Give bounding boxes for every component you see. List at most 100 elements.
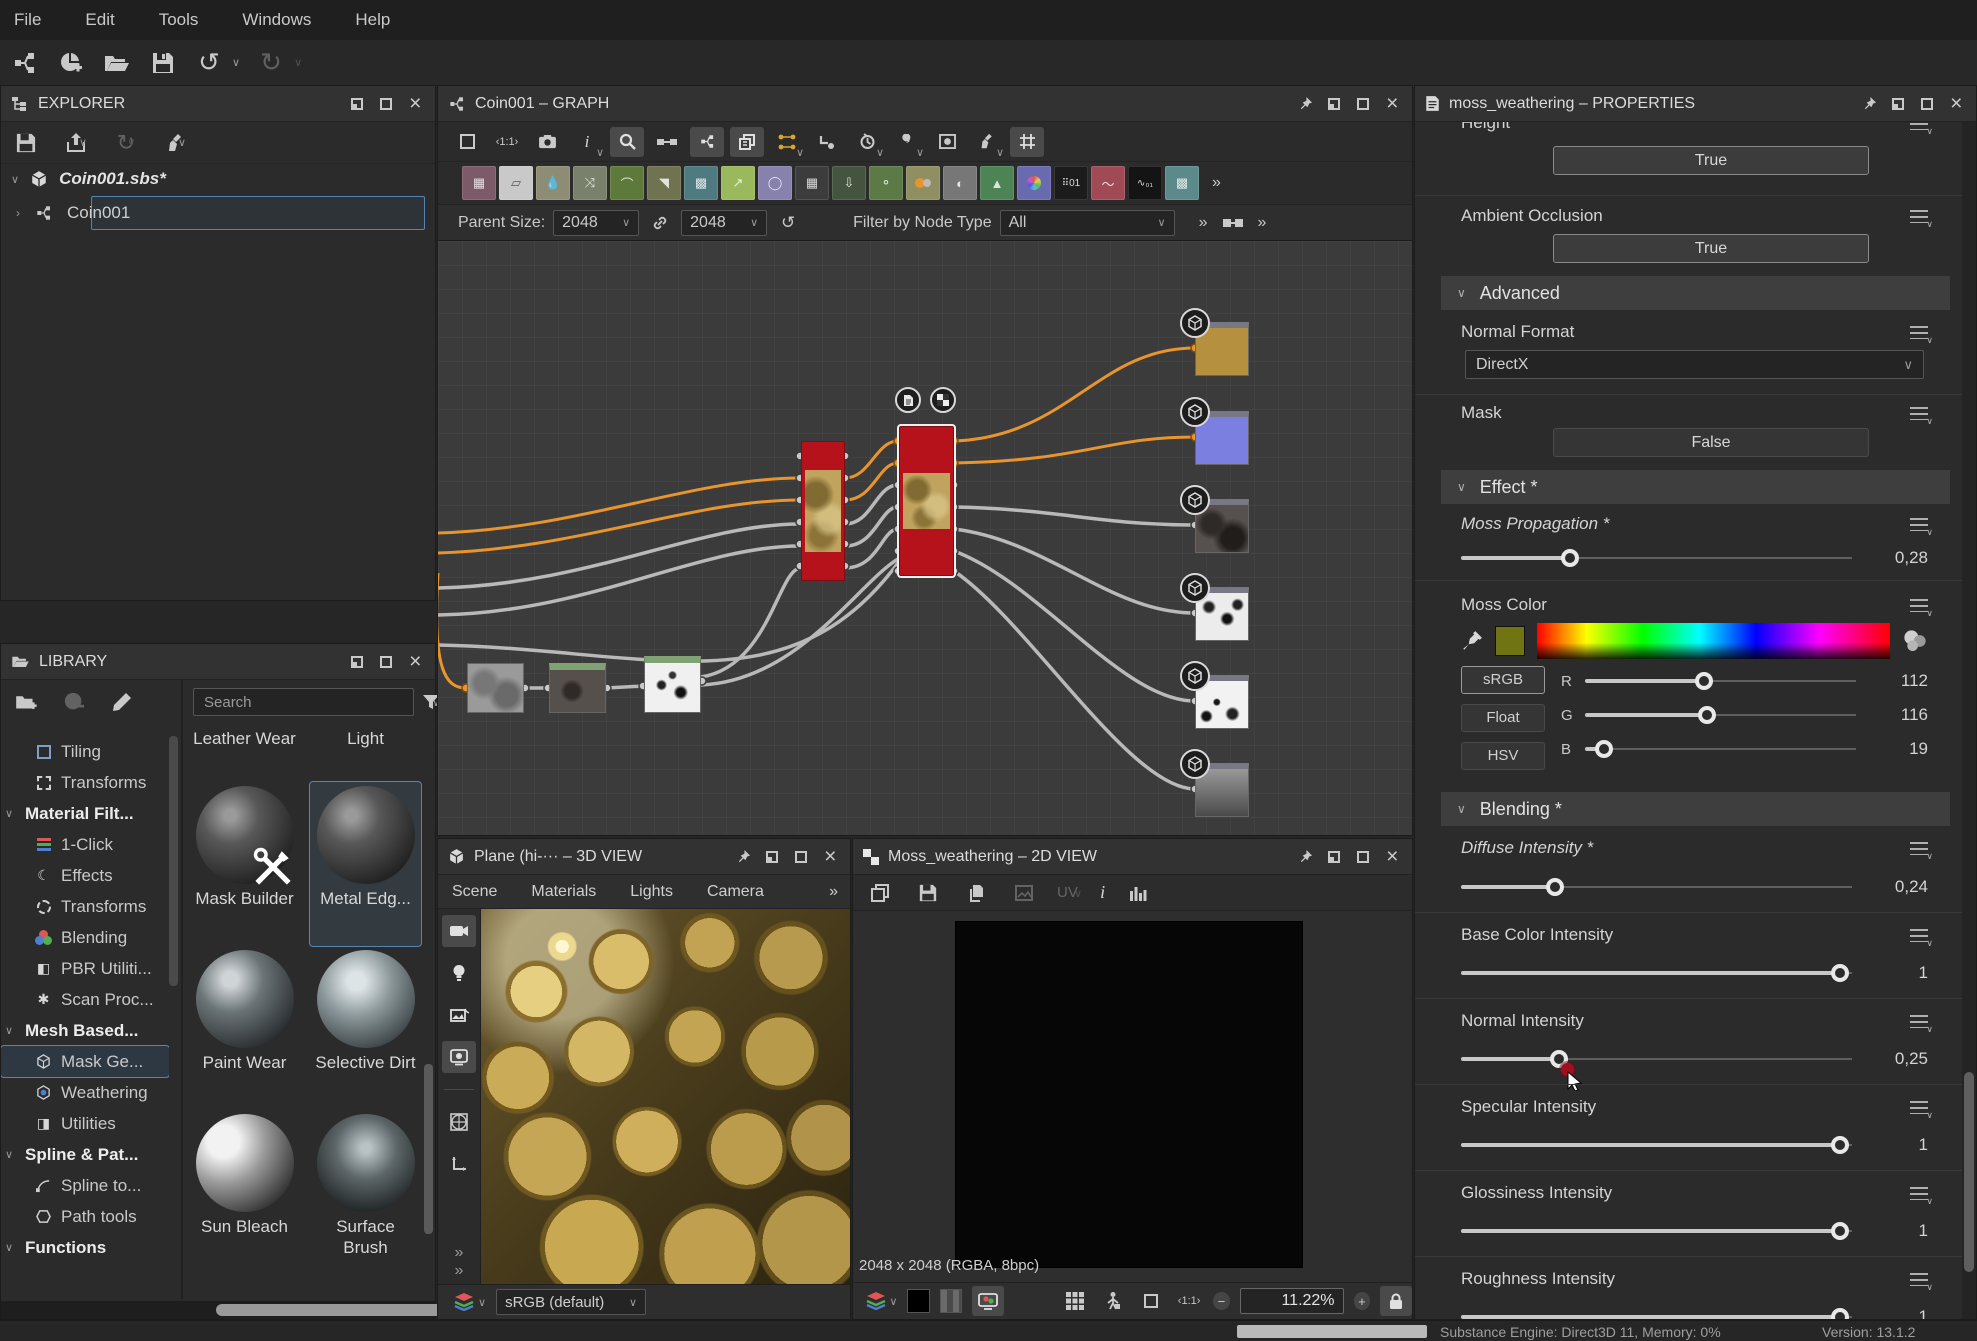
collapse-arrow-icon[interactable]: ∨ xyxy=(11,173,19,186)
new-graph-icon[interactable] xyxy=(10,48,40,78)
pin-icon[interactable] xyxy=(1859,94,1879,114)
preset-menu-icon[interactable] xyxy=(1910,1101,1928,1114)
menu-materials[interactable]: Materials xyxy=(531,883,596,901)
camera-icon[interactable] xyxy=(442,915,476,947)
display-settings-icon[interactable] xyxy=(442,1041,476,1073)
preset-menu-icon[interactable] xyxy=(1910,929,1928,942)
histogram-icon[interactable] xyxy=(1123,878,1153,908)
environment-icon[interactable] xyxy=(442,999,476,1031)
background-black-swatch[interactable] xyxy=(907,1289,929,1313)
graph-view-icon[interactable] xyxy=(690,127,724,157)
menu-more-icon[interactable]: » xyxy=(829,883,850,901)
screenshot-icon[interactable] xyxy=(530,127,564,157)
category-1-click[interactable]: 1-Click xyxy=(1,829,169,860)
undo-history-icon[interactable]: ∨ xyxy=(232,56,240,69)
green-channel-slider[interactable] xyxy=(1585,705,1856,725)
category-utilities[interactable]: ◨Utilities xyxy=(1,1108,169,1139)
hsv-mode-button[interactable]: HSV xyxy=(1461,742,1545,770)
compact-material-icon[interactable] xyxy=(730,127,764,157)
eyedropper-icon[interactable] xyxy=(1461,630,1483,652)
colorspace-select[interactable]: sRGB (default)∨ xyxy=(496,1289,646,1315)
library-item-surface-brush[interactable]: Surface Brush xyxy=(310,1110,421,1295)
blending-section-header[interactable]: ∨Blending * xyxy=(1441,792,1950,826)
close-icon[interactable]: × xyxy=(820,847,840,867)
maximize-icon[interactable] xyxy=(1917,94,1937,114)
category-spline-tools[interactable]: Spline to... xyxy=(1,1170,169,1201)
palette-directional-warp-node[interactable]: ⤨ xyxy=(573,166,607,200)
presets-icon[interactable] xyxy=(1216,208,1250,238)
view3d-viewport[interactable] xyxy=(481,909,850,1284)
parent-height-select[interactable]: 2048∨ xyxy=(681,210,767,236)
layers-icon[interactable] xyxy=(865,1286,887,1316)
preset-menu-icon[interactable] xyxy=(1910,1273,1928,1286)
actual-size-icon[interactable]: ‹1:1› xyxy=(490,127,524,157)
library-item-label[interactable]: Leather Wear xyxy=(189,724,300,782)
palette-curve-node[interactable]: ⌒ xyxy=(610,166,644,200)
roughness-intensity-slider[interactable] xyxy=(1461,1307,1852,1319)
geometry-icon[interactable] xyxy=(442,1106,476,1138)
snap-grid-icon[interactable] xyxy=(1010,127,1044,157)
library-item-selective-dirt[interactable]: Selective Dirt xyxy=(310,946,421,1110)
save-icon[interactable] xyxy=(148,48,178,78)
package-row[interactable]: ∨ Coin001.sbs* xyxy=(1,164,435,194)
zoom-out-icon[interactable]: − xyxy=(1213,1292,1230,1310)
info-icon[interactable]: i xyxy=(1100,882,1105,903)
palette-scatter-node[interactable]: ⚬ xyxy=(869,166,903,200)
preset-menu-icon[interactable] xyxy=(1910,326,1928,339)
preset-menu-icon[interactable] xyxy=(1910,210,1928,223)
palette-uniform-color-node[interactable]: ▦ xyxy=(462,166,496,200)
maximize-icon[interactable] xyxy=(376,94,396,114)
palette-icon[interactable] xyxy=(1902,629,1928,653)
red-channel-slider[interactable] xyxy=(1585,671,1856,691)
palette-splatter-node[interactable]: ⇩ xyxy=(832,166,866,200)
reset-size-icon[interactable]: ↺ xyxy=(775,208,801,238)
output-node-roughness[interactable] xyxy=(1195,499,1249,553)
node-grunge-map[interactable] xyxy=(467,663,524,713)
items-scrollbar[interactable] xyxy=(424,1064,433,1234)
category-path-tools[interactable]: Path tools xyxy=(1,1201,169,1232)
clean-icon[interactable]: ∨ xyxy=(161,128,191,158)
float-mode-button[interactable]: Float xyxy=(1461,704,1545,732)
menu-file[interactable]: File xyxy=(14,10,41,30)
moss-color-swatch[interactable] xyxy=(1495,626,1525,656)
gizmo-icon[interactable] xyxy=(442,1148,476,1180)
preset-menu-icon[interactable] xyxy=(1910,1187,1928,1200)
compute-nodes-icon[interactable]: ∨ xyxy=(850,127,884,157)
library-item-sun-bleach[interactable]: Sun Bleach xyxy=(189,1110,300,1295)
float-icon[interactable] xyxy=(347,652,367,672)
float-icon[interactable] xyxy=(1324,94,1344,114)
palette-tile-sampler-node[interactable]: ▦ xyxy=(795,166,829,200)
toolbar-more-icon[interactable]: »» xyxy=(455,1244,464,1284)
palette-blend-node[interactable] xyxy=(906,166,940,200)
menu-help[interactable]: Help xyxy=(355,10,390,30)
palette-slope-blur-node[interactable]: ↗ xyxy=(721,166,755,200)
save-icon[interactable] xyxy=(913,878,943,908)
open-icon[interactable] xyxy=(102,48,132,78)
blue-channel-slider[interactable] xyxy=(1585,739,1856,759)
fit-view-icon[interactable] xyxy=(1137,1286,1165,1316)
preset-menu-icon[interactable] xyxy=(1910,842,1928,855)
layers-icon[interactable] xyxy=(452,1287,476,1317)
connector-style-icon[interactable] xyxy=(810,127,844,157)
menu-windows[interactable]: Windows xyxy=(242,10,311,30)
menu-edit[interactable]: Edit xyxy=(85,10,114,30)
float-icon[interactable] xyxy=(1324,847,1344,867)
output-node-ao[interactable] xyxy=(1195,763,1249,817)
node-material-badge-icon[interactable] xyxy=(930,387,956,413)
background-pattern-swatch[interactable] xyxy=(940,1289,962,1313)
advanced-section-header[interactable]: ∨Advanced xyxy=(1441,276,1950,310)
node-doc-badge-icon[interactable] xyxy=(895,387,921,413)
display-options-icon[interactable] xyxy=(930,127,964,157)
preset-menu-icon[interactable] xyxy=(1910,1015,1928,1028)
palette-gradient-map-node[interactable]: ◐ xyxy=(943,166,977,200)
undo-icon[interactable]: ↺ xyxy=(194,48,224,78)
display-connectors-icon[interactable]: ∨ xyxy=(770,127,804,157)
library-item-mask-builder[interactable]: Mask Builder xyxy=(189,782,300,946)
expand-arrow-icon[interactable]: › xyxy=(1,206,35,220)
physical-size-icon[interactable] xyxy=(1099,1286,1127,1316)
height-toggle-button[interactable]: True xyxy=(1553,146,1869,175)
category-effects[interactable]: ☾Effects xyxy=(1,860,169,891)
preset-menu-icon[interactable] xyxy=(1910,599,1928,612)
maximize-icon[interactable] xyxy=(1353,94,1373,114)
properties-scrollbar[interactable] xyxy=(1962,122,1976,1319)
